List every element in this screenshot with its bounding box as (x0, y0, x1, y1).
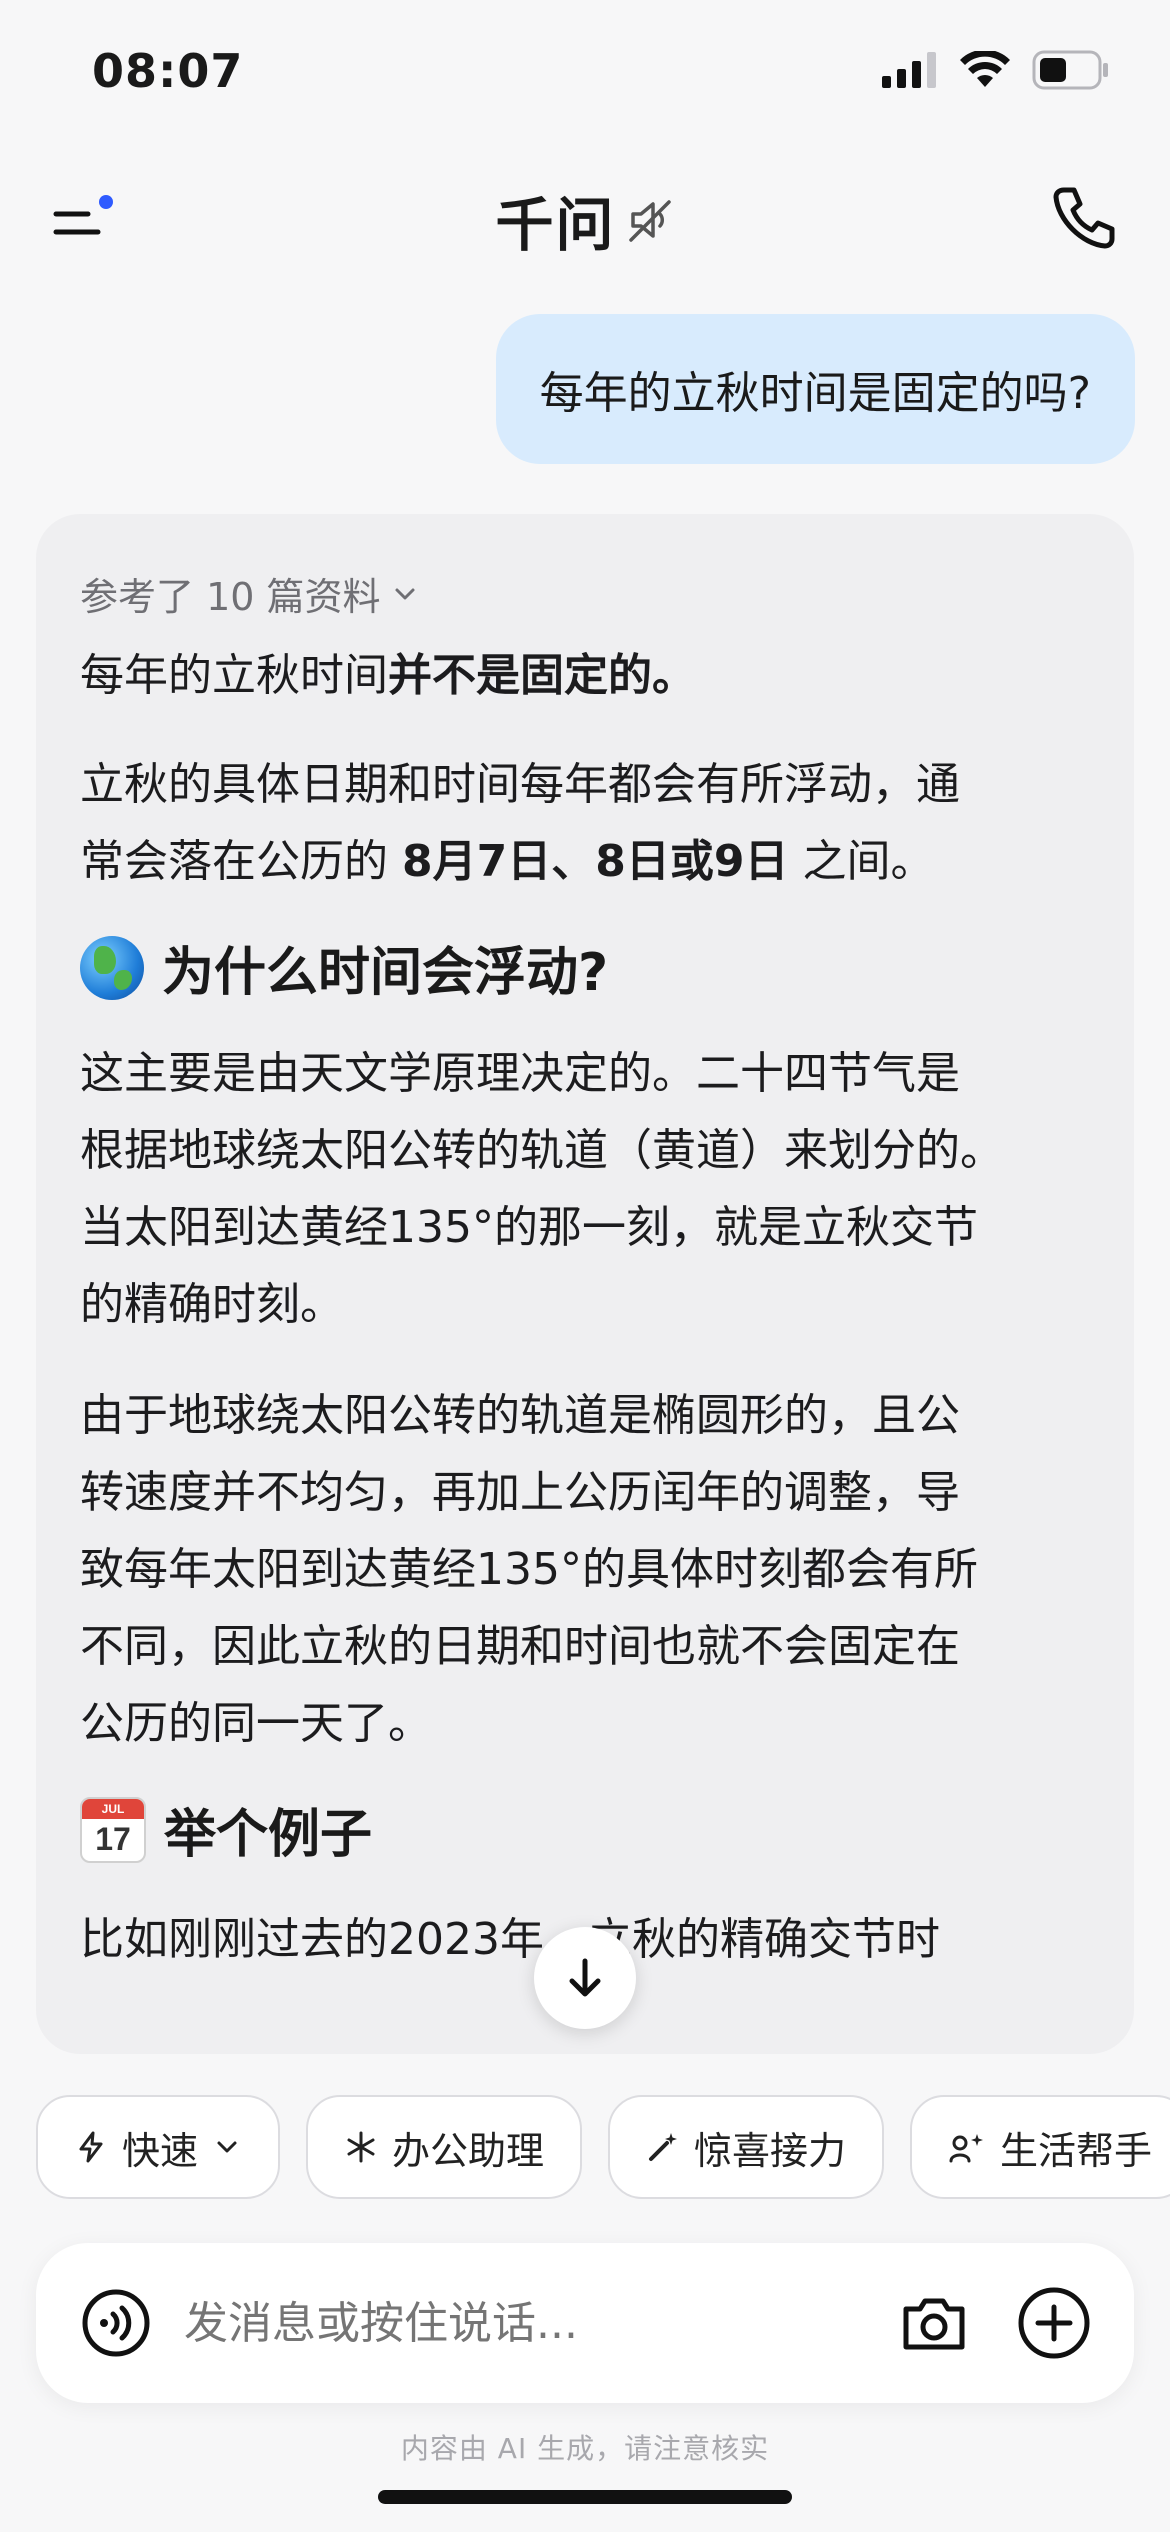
answer-p4-line: 转速度并不均匀，再加上公历闰年的调整，导 (80, 1467, 960, 1518)
message-input[interactable] (182, 2243, 746, 2405)
scroll-to-bottom-button[interactable] (534, 1927, 636, 2029)
user-message-bubble: 每年的立秋时间是固定的吗? (495, 314, 1135, 464)
assistant-answer-card: 参考了 10 篇资料 每年的立秋时间并不是固定的。 立秋的具体日期和时间每年都会… (36, 514, 1134, 2054)
references-label: 参考了 10 篇资料 (80, 575, 381, 619)
answer-p1-bold: 并不是固定的。 (388, 650, 696, 701)
answer-p4-line: 致每年太阳到达黄经135°的具体时刻都会有所 (80, 1544, 978, 1595)
cellular-signal-icon (882, 52, 936, 88)
calendar-emoji-icon: JUL 17 (80, 1796, 146, 1863)
speaker-muted-icon[interactable] (627, 196, 675, 244)
chevron-down-icon (395, 588, 415, 599)
user-message-text: 每年的立秋时间是固定的吗? (539, 368, 1091, 419)
phone-icon (1053, 187, 1115, 249)
answer-p4-line: 公历的同一天了。 (80, 1698, 432, 1749)
wifi-icon (960, 51, 1010, 87)
answer-p2-date-range: 8月7日、8日或9日 (402, 836, 789, 887)
title-wrap: 千问 (0, 178, 1170, 262)
section-heading-why-text: 为什么时间会浮动? (162, 943, 609, 1003)
call-button[interactable] (1050, 182, 1120, 252)
answer-p4-line: 由于地球绕太阳公转的轨道是椭圆形的，且公 (80, 1390, 960, 1441)
arrow-down-icon (569, 1958, 601, 1997)
calendar-emoji-month: JUL (82, 1798, 144, 1819)
home-indicator[interactable] (378, 2490, 792, 2504)
chip-office-assistant[interactable]: 办公助理 (306, 2095, 583, 2199)
answer-p2-line2-suffix: 之间。 (788, 836, 935, 887)
answer-p3-line: 的精确时刻。 (80, 1279, 344, 1330)
sparkle-icon (347, 2131, 375, 2163)
chip-quick-mode[interactable]: 快速 (36, 2095, 281, 2199)
answer-p4-line: 不同，因此立秋的日期和时间也就不会固定在 (80, 1621, 960, 1672)
mode-chips-row: 快速 办公助理 惊喜接力 生活帮手 (36, 2095, 1170, 2201)
answer-paragraph-4: 由于地球绕太阳公转的轨道是椭圆形的，且公 转速度并不均匀，再加上公历闰年的调整，… (80, 1377, 1090, 1762)
answer-paragraph-3: 这主要是由天文学原理决定的。二十四节气是 根据地球绕太阳公转的轨道（黄道）来划分… (80, 1035, 1090, 1343)
references-toggle[interactable]: 参考了 10 篇资料 (80, 566, 1090, 621)
section-heading-example-text: 举个例子 (164, 1805, 373, 1865)
lightning-icon (79, 2131, 103, 2163)
app-header: 千问 (0, 160, 1170, 270)
answer-p1-prefix: 每年的立秋时间 (80, 650, 388, 701)
ai-disclaimer: 内容由 AI 生成，请注意核实 (400, 2432, 770, 2465)
page-title: 千问 (495, 191, 616, 259)
chip-label: 惊喜接力 (694, 2128, 847, 2173)
camera-button[interactable] (898, 2287, 970, 2359)
status-bar: 08:07 (0, 0, 1170, 140)
section-heading-example: JUL 17 举个例子 (80, 1792, 1090, 1867)
camera-icon (903, 2298, 965, 2350)
answer-p3-line: 根据地球绕太阳公转的轨道（黄道）来划分的。 (80, 1125, 1004, 1176)
voice-input-button[interactable] (80, 2287, 152, 2359)
answer-p3-line: 当太阳到达黄经135°的那一刻，就是立秋交节 (80, 1202, 978, 1253)
life-helper-icon (949, 2134, 984, 2163)
chip-label: 快速 (122, 2128, 199, 2173)
battery-icon (1032, 50, 1108, 90)
calendar-emoji-day: 17 (95, 1820, 131, 1857)
answer-paragraph-1: 每年的立秋时间并不是固定的。 (80, 637, 1090, 714)
answer-p3-line: 这主要是由天文学原理决定的。二十四节气是 (80, 1048, 960, 1099)
chip-label: 办公助理 (392, 2128, 545, 2173)
message-input-bar (36, 2243, 1134, 2405)
plus-circle-icon (1018, 2287, 1090, 2359)
answer-p2-line2-prefix: 常会落在公历的 (80, 836, 402, 887)
status-time: 08:07 (92, 44, 244, 98)
answer-paragraph-2: 立秋的具体日期和时间每年都会有所浮动，通 常会落在公历的 8月7日、8日或9日 … (80, 746, 1090, 900)
answer-p2-line1: 立秋的具体日期和时间每年都会有所浮动，通 (80, 759, 960, 810)
globe-emoji-icon (80, 935, 144, 1000)
voice-wave-icon (82, 2289, 150, 2357)
chevron-down-icon (217, 2141, 237, 2153)
chip-label: 生活帮手 (1000, 2128, 1153, 2173)
chip-life-helper[interactable]: 生活帮手 (910, 2095, 1170, 2199)
section-heading-why: 为什么时间会浮动? (80, 930, 1090, 1005)
status-icons (882, 48, 1110, 92)
magic-wand-icon (649, 2133, 678, 2161)
add-attachment-button[interactable] (1016, 2285, 1092, 2361)
chip-surprise-relay[interactable]: 惊喜接力 (608, 2095, 885, 2199)
